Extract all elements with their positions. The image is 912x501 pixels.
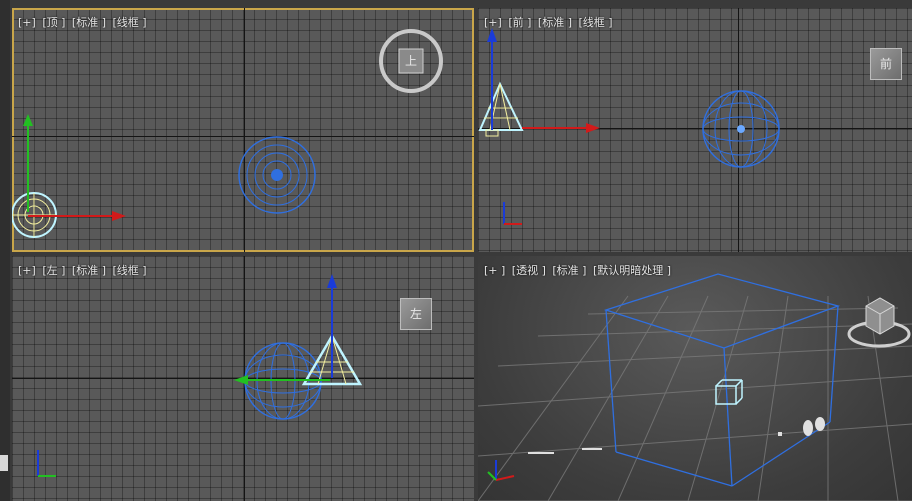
sphere-wireframe[interactable] <box>696 84 786 174</box>
transform-gizmo[interactable] <box>482 26 612 136</box>
transform-gizmo[interactable] <box>16 112 136 222</box>
panel-collapse-handle[interactable] <box>0 455 8 471</box>
view-name-button[interactable]: [左 ] <box>42 264 65 277</box>
viewport-menu-button[interactable]: [+ ] <box>484 264 505 277</box>
axis-tripod-icon <box>503 202 522 225</box>
viewport-menu-button[interactable]: [+] <box>18 16 36 29</box>
scene-objects <box>528 417 825 454</box>
left-toolbar-strip <box>0 0 10 501</box>
viewcube-icon[interactable]: 前 <box>870 48 902 80</box>
view-name-button[interactable]: [透视 ] <box>512 264 546 277</box>
transform-gizmo[interactable] <box>230 270 340 390</box>
sphere-wireframe[interactable] <box>232 130 322 220</box>
shading-button[interactable]: [标准 ] <box>72 16 106 29</box>
viewport-top[interactable]: [+] [顶 ] [标准 ] [线框 ] 上 <box>12 8 474 252</box>
viewcube-face-label: 左 <box>409 307 422 321</box>
display-mode-button[interactable]: [线框 ] <box>113 264 147 277</box>
viewport-label[interactable]: [+] [顶 ] [标准 ] [线框 ] <box>18 14 150 30</box>
viewport-menu-button[interactable]: [+] <box>18 264 36 277</box>
viewport-label[interactable]: [+] [左 ] [标准 ] [线框 ] <box>18 262 150 278</box>
axis-tripod-icon <box>487 460 515 481</box>
viewcube-face-label: 上 <box>404 54 417 68</box>
viewcube-3d-icon[interactable] <box>844 288 912 358</box>
viewport-label[interactable]: [+ ] [透视 ] [标准 ] [默认明暗处理 ] <box>484 262 674 278</box>
viewcube-face-label: 前 <box>879 57 892 71</box>
viewport-perspective[interactable]: [+ ] [透视 ] [标准 ] [默认明暗处理 ] <box>478 256 912 501</box>
display-mode-button[interactable]: [默认明暗处理 ] <box>593 264 671 277</box>
viewport-left[interactable]: [+] [左 ] [标准 ] [线框 ] 左 <box>12 256 474 501</box>
view-name-button[interactable]: [顶 ] <box>42 16 65 29</box>
viewcube-icon[interactable]: 左 <box>400 298 432 330</box>
viewport-front[interactable]: [+] [前 ] [标准 ] [线框 ] 前 <box>478 8 912 252</box>
shading-button[interactable]: [标准 ] <box>72 264 106 277</box>
shading-button[interactable]: [标准 ] <box>552 264 586 277</box>
axis-tripod-icon <box>37 450 56 477</box>
display-mode-button[interactable]: [线框 ] <box>113 16 147 29</box>
